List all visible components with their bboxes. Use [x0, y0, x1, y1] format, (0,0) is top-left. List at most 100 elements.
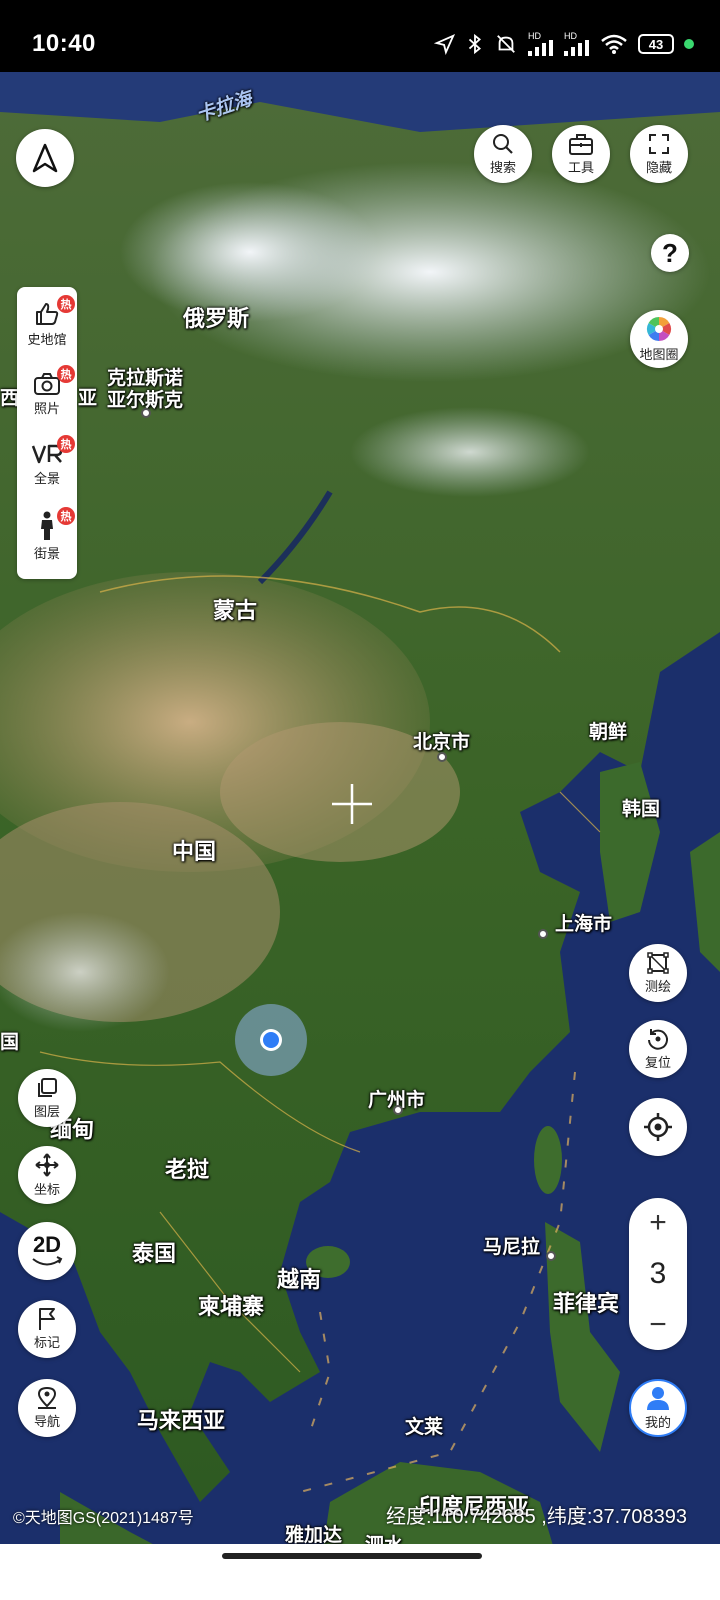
polygon-measure-icon [647, 952, 669, 974]
rotate-icon [32, 1256, 63, 1266]
reset-icon [648, 1029, 668, 1050]
map-label-left-edge-3: 国 [0, 1032, 20, 1053]
location-arrow-icon [434, 33, 456, 55]
map-label-vietnam: 越南 [277, 1267, 322, 1292]
photos-label: 照片 [33, 400, 60, 416]
route-pin-icon [37, 1386, 57, 1409]
coordinates-readout: 经度:110.742685 ,纬度:37.708393 [386, 1506, 687, 1528]
hd-signal-icon: HD [564, 32, 590, 56]
search-label: 搜索 [489, 160, 516, 175]
map-label-russia: 俄罗斯 [183, 306, 250, 331]
map-label-left-edge-2: 亚 [78, 388, 98, 409]
street-view-label: 街景 [33, 545, 60, 561]
home-indicator[interactable] [222, 1553, 482, 1559]
map-label-thailand: 泰国 [132, 1241, 177, 1266]
map-label-south-korea: 韩国 [622, 799, 661, 820]
hd-label: HD [528, 31, 541, 41]
view-mode-label: 2D [32, 1232, 62, 1257]
person-icon [41, 511, 53, 540]
navigate-label: 导航 [33, 1414, 60, 1429]
wifi-icon [601, 34, 627, 54]
map-label-china: 中国 [172, 839, 217, 864]
layers-label: 图层 [33, 1104, 60, 1119]
mark-button[interactable]: 标记 [18, 1300, 76, 1358]
toolbox-icon [569, 134, 593, 155]
history-museum-button[interactable]: 史地馆 热 [17, 291, 77, 357]
map-label-north-korea: 朝鲜 [589, 722, 628, 743]
help-icon: ? [662, 238, 678, 268]
panorama-button[interactable]: 全景 热 [17, 431, 77, 497]
city-dot-beijing [437, 752, 447, 762]
north-arrow-icon [32, 143, 58, 173]
copyright-text: ©天地图GS(2021)1487号 [13, 1510, 194, 1527]
search-button[interactable]: 搜索 [474, 125, 532, 183]
system-nav-bar [0, 1544, 720, 1600]
city-dot-guangzhou [393, 1105, 403, 1115]
reset-label: 复位 [644, 1055, 671, 1070]
zoom-out-button[interactable]: − [649, 1310, 667, 1340]
street-view-button[interactable]: 街景 热 [17, 503, 77, 569]
hot-badge: 热 [57, 295, 75, 313]
status-icons: HD HD 43 [434, 32, 694, 56]
photos-button[interactable]: 照片 热 [17, 361, 77, 427]
mark-label: 标记 [33, 1335, 60, 1350]
map-label-manila: 马尼拉 [483, 1237, 541, 1258]
battery-icon: 43 [638, 34, 674, 54]
compass-button[interactable] [16, 129, 74, 187]
zoom-control: + 3 − [629, 1198, 687, 1350]
flag-icon [39, 1308, 55, 1330]
locate-button[interactable] [629, 1098, 687, 1156]
help-button[interactable]: ? [651, 234, 689, 272]
panorama-label: 全景 [33, 470, 60, 486]
hot-badge: 热 [57, 365, 75, 383]
view-mode-button[interactable]: 2D [18, 1222, 76, 1280]
bluetooth-icon [468, 33, 481, 55]
hot-badge: 热 [57, 507, 75, 525]
navigate-button[interactable]: 导航 [18, 1379, 76, 1437]
map-label-jakarta: 雅加达 [285, 1525, 343, 1546]
search-icon [493, 134, 513, 154]
map-circle-button[interactable]: 地图圈 [630, 310, 688, 368]
fullscreen-icon [649, 134, 669, 154]
map-label-brunei: 文莱 [405, 1417, 444, 1438]
status-time: 10:40 [32, 30, 96, 57]
mute-icon [497, 35, 515, 53]
tools-label: 工具 [567, 160, 594, 175]
layers-button[interactable]: 图层 [18, 1069, 76, 1127]
map-label-malaysia: 马来西亚 [137, 1408, 226, 1433]
map-label-laos: 老挝 [165, 1157, 210, 1182]
coordinates-button[interactable]: 坐标 [18, 1146, 76, 1204]
map-imagery[interactable] [0, 72, 720, 1569]
tools-button[interactable]: 工具 [552, 125, 610, 183]
user-icon [647, 1387, 669, 1410]
hot-badge: 热 [57, 435, 75, 453]
move-arrows-icon [35, 1153, 59, 1177]
measure-button[interactable]: 测绘 [629, 944, 687, 1002]
hide-label: 隐藏 [645, 160, 672, 175]
target-icon [644, 1113, 672, 1141]
map-label-beijing: 北京市 [413, 732, 471, 753]
profile-button[interactable]: 我的 [629, 1379, 687, 1437]
hd-label: HD [564, 31, 577, 41]
map-label-shanghai: 上海市 [555, 914, 613, 935]
layers-icon [38, 1078, 57, 1097]
measure-label: 测绘 [644, 979, 671, 994]
city-dot-manila [546, 1251, 556, 1261]
history-museum-label: 史地馆 [27, 331, 67, 347]
map-label-philippines: 菲律宾 [553, 1291, 620, 1316]
map-label-cambodia: 柬埔寨 [198, 1294, 265, 1319]
status-bar: 10:40 HD HD 43 [0, 0, 720, 72]
zoom-level: 3 [649, 1257, 667, 1290]
aperture-icon [646, 317, 672, 341]
feature-panel: 史地馆 热 照片 热 全景 热 街景 热 [17, 287, 77, 579]
hide-button[interactable]: 隐藏 [630, 125, 688, 183]
city-dot-krasnoyarsk [141, 408, 151, 418]
city-dot-shanghai [538, 929, 548, 939]
green-dot-icon [684, 39, 694, 49]
profile-label: 我的 [644, 1415, 671, 1430]
map-label-mongolia: 蒙古 [213, 598, 258, 623]
zoom-in-button[interactable]: + [649, 1208, 667, 1238]
satellite-map[interactable]: 卡拉海 俄罗斯 克拉斯诺 亚尔斯克 蒙古 北京市 朝鲜 韩国 中国 上海市 广州… [0, 72, 720, 1569]
reset-button[interactable]: 复位 [629, 1020, 687, 1078]
coordinates-label: 坐标 [33, 1182, 60, 1197]
